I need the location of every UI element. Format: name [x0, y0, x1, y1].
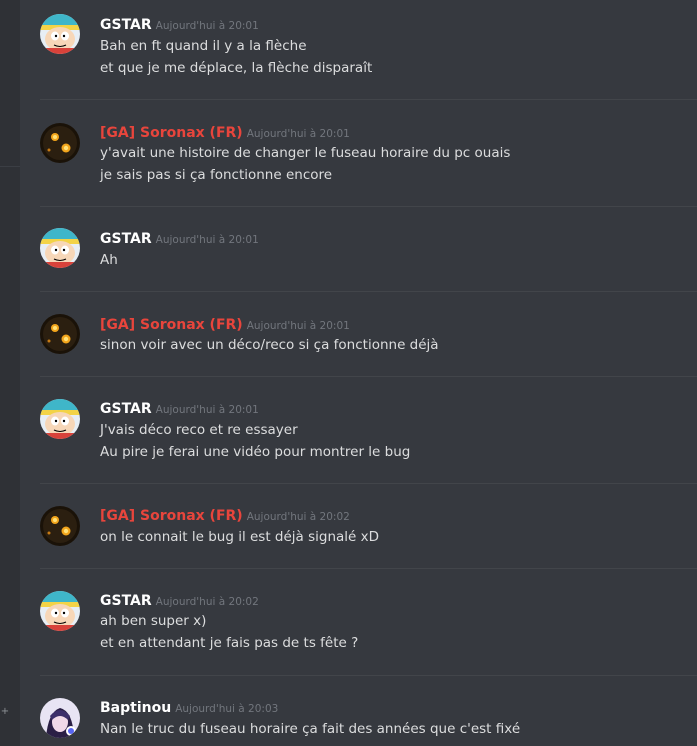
author-name[interactable]: [GA] Soronax (FR) [100, 317, 243, 333]
message-group: GSTAR Aujourd'hui à 20:01 J'vais déco rec… [20, 377, 697, 484]
author-name[interactable]: [GA] Soronax (FR) [100, 508, 243, 524]
message-header: Baptinou Aujourd'hui à 20:03 [100, 697, 278, 717]
message-list: GSTAR Aujourd'hui à 20:01 Bah en ft quand… [20, 0, 697, 746]
message-timestamp: Aujourd'hui à 20:03 [175, 703, 279, 715]
message-text: y'avait une histoire de changer le fusea… [100, 145, 511, 161]
message-header: [GA] Soronax (FR) Aujourd'hui à 20:01 [100, 314, 350, 334]
message-timestamp: Aujourd'hui à 20:01 [155, 404, 259, 416]
user-avatar[interactable] [40, 228, 80, 268]
message-group: [GA] Soronax (FR) Aujourd'hui à 20:01 sin… [20, 292, 697, 377]
message-text: on le connait le bug il est déjà signalé… [100, 529, 380, 545]
sidebar-divider [0, 166, 20, 167]
message-text: et en attendant je fais pas de ts fête ? [100, 635, 359, 651]
message-timestamp: Aujourd'hui à 20:02 [246, 511, 350, 523]
message-timestamp: Aujourd'hui à 20:01 [155, 20, 259, 32]
user-avatar[interactable] [40, 591, 80, 631]
message-group: GSTAR Aujourd'hui à 20:01 Ah [20, 207, 697, 292]
user-avatar[interactable] [40, 314, 80, 354]
add-icon[interactable]: + [0, 702, 10, 722]
message-text: Au pire je ferai une vidéo pour montrer … [100, 444, 411, 460]
author-name[interactable]: Baptinou [100, 700, 171, 716]
chat-window: + GSTAR Aujourd'hui à 20:01 Bah en ft qua… [0, 0, 697, 746]
message-header: GSTAR Aujourd'hui à 20:01 [100, 398, 259, 418]
author-name[interactable]: GSTAR [100, 401, 152, 417]
message-timestamp: Aujourd'hui à 20:02 [155, 596, 259, 608]
author-name[interactable]: GSTAR [100, 231, 152, 247]
message-timestamp: Aujourd'hui à 20:01 [155, 234, 259, 246]
message-text: et que je me déplace, la flèche disparaî… [100, 60, 373, 76]
message-text: ah ben super x) [100, 613, 207, 629]
message-group: GSTAR Aujourd'hui à 20:02 ah ben super x)… [20, 569, 697, 676]
user-avatar[interactable] [40, 123, 80, 163]
message-text: Bah en ft quand il y a la flèche [100, 38, 307, 54]
message-group: [GA] Soronax (FR) Aujourd'hui à 20:01 y'a… [20, 100, 697, 207]
message-header: GSTAR Aujourd'hui à 20:02 [100, 590, 259, 610]
message-group: Baptinou Aujourd'hui à 20:03 Nan le truc … [20, 676, 697, 746]
message-header: GSTAR Aujourd'hui à 20:01 [100, 14, 259, 34]
message-group: [GA] Soronax (FR) Aujourd'hui à 20:02 on … [20, 484, 697, 569]
message-text: J'vais déco reco et re essayer [100, 422, 298, 438]
message-header: [GA] Soronax (FR) Aujourd'hui à 20:01 [100, 122, 350, 142]
message-timestamp: Aujourd'hui à 20:01 [246, 128, 350, 140]
message-timestamp: Aujourd'hui à 20:01 [246, 320, 350, 332]
author-name[interactable]: [GA] Soronax (FR) [100, 125, 243, 141]
message-text: je sais pas si ça fonctionne encore [100, 167, 333, 183]
message-text: Ah [100, 252, 118, 268]
channel-sidebar-edge: + [0, 0, 20, 746]
user-avatar[interactable] [40, 14, 80, 54]
author-name[interactable]: GSTAR [100, 17, 152, 33]
user-avatar[interactable] [40, 399, 80, 439]
message-group: GSTAR Aujourd'hui à 20:01 Bah en ft quand… [20, 0, 697, 100]
message-text: Nan le truc du fuseau horaire ça fait de… [100, 721, 521, 737]
user-avatar[interactable] [40, 698, 80, 738]
message-header: GSTAR Aujourd'hui à 20:01 [100, 228, 259, 248]
author-name[interactable]: GSTAR [100, 593, 152, 609]
user-avatar[interactable] [40, 506, 80, 546]
message-text: sinon voir avec un déco/reco si ça fonct… [100, 337, 439, 353]
message-header: [GA] Soronax (FR) Aujourd'hui à 20:02 [100, 505, 350, 525]
